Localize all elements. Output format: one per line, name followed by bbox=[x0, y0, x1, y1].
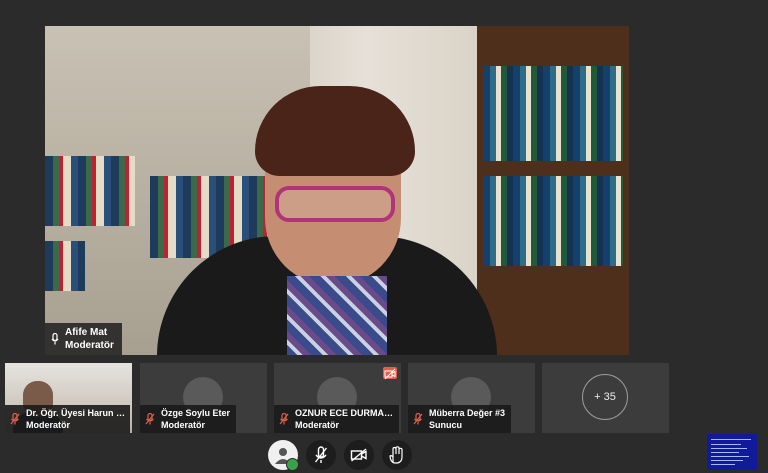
slide-text-line bbox=[711, 456, 749, 457]
call-controls bbox=[268, 440, 412, 471]
main-speaker-video[interactable]: Afife Mat Moderatör bbox=[45, 26, 629, 355]
status-ok-icon bbox=[286, 458, 299, 471]
mic-icon bbox=[51, 333, 59, 345]
books-row bbox=[45, 241, 85, 291]
participant-name: OZNUR ECE DURMAZ K... bbox=[295, 408, 395, 418]
mic-off-icon bbox=[279, 413, 289, 425]
books-row bbox=[483, 66, 623, 161]
participant-role: Moderatör bbox=[26, 420, 71, 430]
participant-label: Özge Soylu Eter Moderatör bbox=[140, 405, 237, 433]
participant-name: Dr. Öğr. Üyesi Harun U... bbox=[26, 408, 126, 418]
speaker-hair bbox=[255, 86, 415, 176]
participant-name: Özge Soylu Eter bbox=[161, 408, 231, 418]
slide-text-line bbox=[711, 464, 735, 465]
participant-tile[interactable]: Dr. Öğr. Üyesi Harun U... Moderatör bbox=[5, 363, 132, 433]
presentation-thumbnail[interactable] bbox=[707, 434, 757, 470]
slide-text-line bbox=[711, 452, 739, 453]
camera-off-icon bbox=[383, 367, 397, 380]
speaker-scarf bbox=[287, 276, 387, 355]
speaker-name: Afife Mat bbox=[65, 327, 108, 338]
camera-off-icon bbox=[350, 448, 367, 462]
books-row bbox=[45, 156, 135, 226]
slide-text-line bbox=[711, 439, 751, 440]
participant-tile[interactable]: Özge Soylu Eter Moderatör bbox=[140, 363, 267, 433]
mic-toggle-button[interactable] bbox=[306, 440, 336, 470]
participant-label: Müberra Değer #3 Sunucu bbox=[408, 405, 512, 433]
right-bookcase bbox=[477, 26, 629, 355]
more-participants-count[interactable]: + 35 bbox=[582, 374, 628, 420]
participant-tile[interactable]: OZNUR ECE DURMAZ K... Moderatör bbox=[274, 363, 401, 433]
main-speaker-nametag: Afife Mat Moderatör bbox=[45, 323, 122, 355]
slide-text-line bbox=[711, 460, 743, 461]
user-status-button[interactable] bbox=[268, 440, 299, 471]
mic-off-icon bbox=[10, 413, 20, 425]
participant-label: OZNUR ECE DURMAZ K... Moderatör bbox=[274, 405, 399, 433]
slide-text-line bbox=[711, 444, 741, 445]
mic-off-icon bbox=[413, 413, 423, 425]
more-participants-tile[interactable]: + 35 bbox=[542, 363, 669, 433]
participant-role: Moderatör bbox=[161, 420, 206, 430]
camera-toggle-button[interactable] bbox=[344, 440, 374, 470]
speaker-role: Moderatör bbox=[65, 340, 114, 351]
participant-tile[interactable]: Müberra Değer #3 Sunucu bbox=[408, 363, 535, 433]
hand-raise-icon bbox=[389, 446, 403, 464]
participant-role: Moderatör bbox=[295, 420, 340, 430]
mic-off-icon bbox=[314, 446, 328, 463]
slide-text-line bbox=[711, 448, 747, 449]
participant-label: Dr. Öğr. Üyesi Harun U... Moderatör bbox=[5, 405, 130, 433]
speaker-glasses bbox=[275, 186, 395, 222]
mic-off-icon bbox=[145, 413, 155, 425]
participant-role: Sunucu bbox=[429, 420, 462, 430]
speaker-person bbox=[157, 86, 497, 355]
participant-name: Müberra Değer #3 bbox=[429, 408, 506, 418]
books-row bbox=[483, 176, 623, 266]
raise-hand-button[interactable] bbox=[382, 440, 412, 470]
